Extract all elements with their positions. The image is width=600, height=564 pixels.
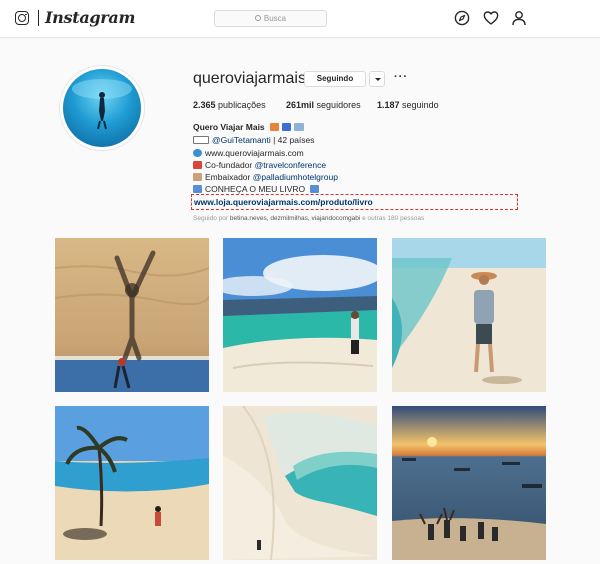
following-button[interactable]: Seguindo <box>304 71 366 87</box>
followed-by-prefix: Seguido por <box>193 215 229 222</box>
bio-website-text: www.queroviajarmais.com <box>205 148 304 158</box>
posts-count: 2.365 <box>193 100 216 110</box>
bio-countries: | 42 países <box>273 135 315 145</box>
heart-icon[interactable] <box>483 10 499 26</box>
bio-line-1: @GuiTetamanti | 42 países <box>193 135 315 145</box>
search-icon <box>254 15 261 21</box>
boat-emoji-icon <box>270 123 280 131</box>
logo-divider <box>38 10 39 26</box>
down-arrow-emoji-icon <box>309 185 319 193</box>
following-count: 1.187 <box>377 100 400 110</box>
instagram-wordmark[interactable]: Instagram <box>45 8 135 27</box>
posts-label: publicações <box>218 100 266 110</box>
more-options-button[interactable]: ··· <box>394 71 408 83</box>
following-stat[interactable]: 1.187 seguindo <box>377 100 439 110</box>
followers-label: seguidores <box>316 100 361 110</box>
followers-stat[interactable]: 261mil seguidores <box>286 100 361 110</box>
bio-cofounder: Co-fundador <box>205 160 253 170</box>
globe-emoji-icon <box>193 149 202 157</box>
bio-name-line: Quero Viajar Mais <box>193 122 307 132</box>
profile-username: queroviajarmais <box>193 70 306 87</box>
bus-emoji-icon <box>282 123 292 131</box>
suggestions-dropdown-button[interactable] <box>369 71 385 87</box>
avatar[interactable] <box>59 65 145 151</box>
followed-by-names: betina.neves, dezmilmilhas, viajandocomg… <box>229 215 361 222</box>
airplane-emoji-icon <box>294 123 305 131</box>
bio-line-2: www.queroviajarmais.com <box>193 148 304 158</box>
followers-count: 261mil <box>286 100 315 110</box>
rocket-emoji-icon <box>193 161 202 169</box>
search-placeholder: Busca <box>263 14 287 23</box>
camera-emoji-icon <box>193 136 209 144</box>
posts-count-stat: 2.365 publicações <box>193 100 266 110</box>
mention-guitetamanti[interactable]: @GuiTetamanti <box>212 135 271 145</box>
compass-icon[interactable] <box>454 10 470 26</box>
bio-book-cta: CONHEÇA O MEU LIVRO <box>205 184 306 194</box>
post-thumbnail-3[interactable] <box>392 238 546 392</box>
mention-palladiumhotelgroup[interactable]: @palladiumhotelgroup <box>253 172 338 182</box>
avatar-image <box>63 69 141 147</box>
top-navigation-bar: Instagram Busca <box>0 0 600 38</box>
search-input[interactable]: Busca <box>214 10 327 27</box>
followed-by-line[interactable]: Seguido por betina.neves, dezmilmilhas, … <box>193 215 424 222</box>
bio-name: Quero Viajar Mais <box>193 122 265 132</box>
bio-line-4: Embaixador @palladiumhotelgroup <box>193 172 338 182</box>
post-thumbnail-6[interactable] <box>392 406 546 560</box>
post-thumbnail-5[interactable] <box>223 406 377 560</box>
hotel-emoji-icon <box>193 173 202 181</box>
bio-ambassador: Embaixador <box>205 172 251 182</box>
following-label: seguindo <box>402 100 439 110</box>
profile-website-link[interactable]: www.loja.queroviajarmais.com/produto/liv… <box>194 197 373 207</box>
bio-line-5: CONHEÇA O MEU LIVRO <box>193 184 322 194</box>
post-thumbnail-4[interactable] <box>55 406 209 560</box>
down-arrow-emoji-icon <box>193 185 202 193</box>
bio-line-3: Co-fundador @travelconference <box>193 160 326 170</box>
post-thumbnail-2[interactable] <box>223 238 377 392</box>
camera-logo-icon[interactable] <box>15 11 29 25</box>
post-thumbnail-1[interactable] <box>55 238 209 392</box>
followed-by-suffix: e outras 180 pessoas <box>362 215 425 222</box>
mention-travelconference[interactable]: @travelconference <box>255 160 326 170</box>
person-icon[interactable] <box>511 10 527 26</box>
